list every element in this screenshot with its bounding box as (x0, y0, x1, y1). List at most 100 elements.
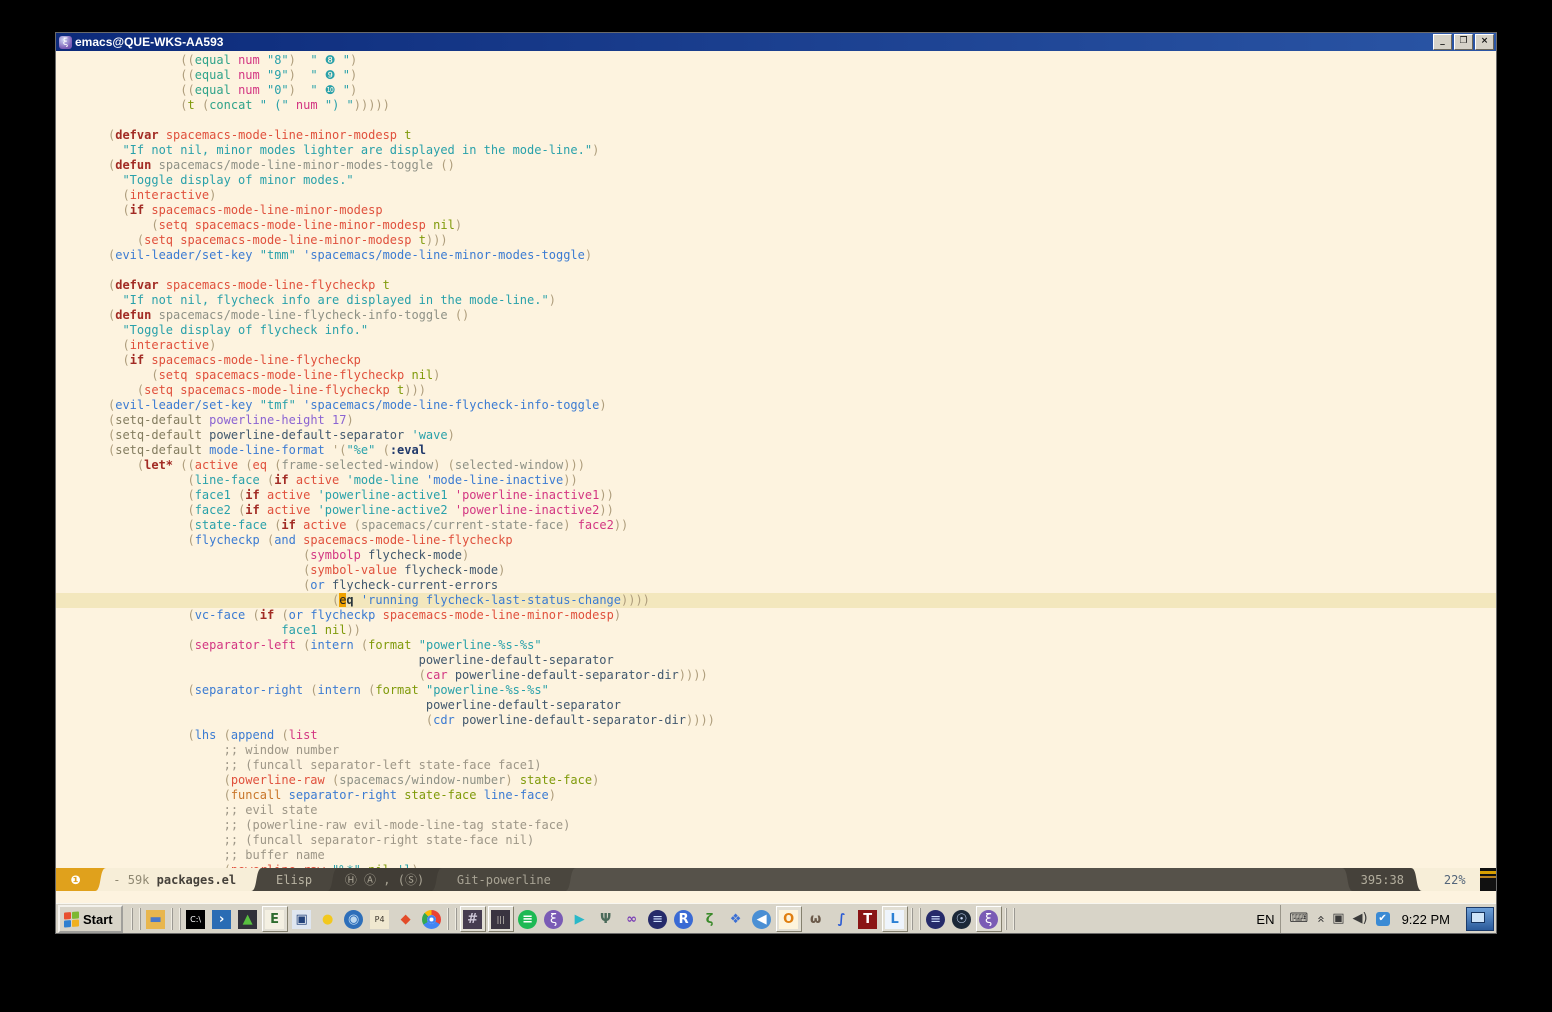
code-line[interactable]: (evil-leader/set-key "tmf" 'spacemacs/mo… (108, 398, 1496, 413)
show-desktop-button[interactable] (1466, 907, 1494, 931)
code-line[interactable]: (separator-left (intern (format "powerli… (108, 638, 1496, 653)
code-line[interactable]: (symbol-value flycheck-mode) (108, 563, 1496, 578)
media-blue-icon[interactable]: ❖ (724, 907, 748, 931)
close-button[interactable]: × (1475, 34, 1494, 50)
search-computer-icon[interactable]: ▣ (290, 907, 314, 931)
taskbar-groove[interactable] (1005, 908, 1015, 930)
globe-icon[interactable]: ◉ (342, 907, 366, 931)
code-line[interactable]: (setq-default mode-line-format '("%e" (:… (108, 443, 1496, 458)
code-line[interactable] (108, 263, 1496, 278)
network-icon[interactable]: ▣ (1332, 908, 1344, 930)
eclipse2-icon[interactable]: ≡ (924, 907, 948, 931)
code-line[interactable]: (let* ((active (eq (frame-selected-windo… (108, 458, 1496, 473)
media-player-icon[interactable]: ▲ (236, 907, 260, 931)
keyboard-icon[interactable]: ⌨ (1289, 908, 1308, 930)
code-line[interactable]: powerline-default-separator (108, 698, 1496, 713)
gimp-icon[interactable]: ω (804, 907, 828, 931)
steam-icon[interactable]: ☉ (950, 907, 974, 931)
code-line[interactable]: "If not nil, flycheck info are displayed… (108, 293, 1496, 308)
code-line[interactable]: (or flycheck-current-errors (108, 578, 1496, 593)
code-line[interactable]: (setq spacemacs-mode-line-flycheckp nil) (108, 368, 1496, 383)
code-line[interactable]: (defun spacemacs/mode-line-minor-modes-t… (108, 158, 1496, 173)
code-line[interactable]: (lhs (append (list (108, 728, 1496, 743)
code-line[interactable]: (flycheckp (and spacemacs-mode-line-flyc… (108, 533, 1496, 548)
code-line[interactable]: (setq spacemacs-mode-line-minor-modesp n… (108, 218, 1496, 233)
code-line[interactable]: ;; (funcall separator-left state-face fa… (108, 758, 1496, 773)
code-line[interactable]: (state-face (if active (spacemacs/curren… (108, 518, 1496, 533)
java-icon[interactable]: ∫ (830, 907, 854, 931)
restore-button[interactable]: ❐ (1454, 34, 1473, 50)
code-line[interactable]: (vc-face (if (or flycheckp spacemacs-mod… (108, 608, 1496, 623)
emacs-sphere-icon[interactable]: ξ (542, 907, 566, 931)
taskbar-groove[interactable] (131, 908, 141, 930)
code-line[interactable]: "Toggle display of flycheck info." (108, 323, 1496, 338)
code-line[interactable]: ;; window number (108, 743, 1496, 758)
code-line[interactable]: (setq spacemacs-mode-line-flycheckp t))) (108, 383, 1496, 398)
outlook-icon[interactable]: O (776, 906, 802, 932)
code-line[interactable]: (funcall separator-right state-face line… (108, 788, 1496, 803)
code-line[interactable]: (powerline-raw (spacemacs/window-number)… (108, 773, 1496, 788)
emacs-file-icon[interactable]: E (262, 906, 288, 932)
dropbox-icon[interactable]: ✔ (1376, 912, 1390, 926)
code-line[interactable]: (separator-right (intern (format "powerl… (108, 683, 1496, 698)
code-line[interactable]: (powerline-raw "%*" nil 'l) (108, 863, 1496, 868)
code-line[interactable]: (interactive) (108, 338, 1496, 353)
code-line[interactable]: (defun spacemacs/mode-line-flycheck-info… (108, 308, 1496, 323)
chevron-up-icon[interactable]: « (1309, 915, 1331, 923)
folder-save-icon[interactable]: ▬ (144, 907, 168, 931)
powershell-icon[interactable]: › (210, 907, 234, 931)
chrome-icon[interactable] (420, 907, 444, 931)
snake-icon[interactable]: ζ (698, 907, 722, 931)
code-line[interactable]: ((equal num "9") " ❾ ") (108, 68, 1496, 83)
code-line[interactable]: (if spacemacs-mode-line-flycheckp (108, 353, 1496, 368)
quicktime-icon[interactable]: ◀ (750, 907, 774, 931)
code-line[interactable]: (interactive) (108, 188, 1496, 203)
perforce-icon[interactable]: P4 (368, 907, 392, 931)
code-line-current[interactable]: (eq 'running flycheck-last-status-change… (56, 593, 1496, 608)
volume-icon[interactable]: ◀) (1353, 908, 1368, 930)
code-line[interactable]: (car powerline-default-separator-dir)))) (108, 668, 1496, 683)
hash-icon[interactable]: # (460, 906, 486, 932)
code-line[interactable]: (face1 (if active 'powerline-active1 'po… (108, 488, 1496, 503)
code-line[interactable]: "Toggle display of minor modes." (108, 173, 1496, 188)
emacs-sphere2-icon[interactable]: ξ (976, 906, 1002, 932)
cyberduck-icon[interactable]: ● (316, 907, 340, 931)
bars-icon[interactable]: ||| (488, 906, 514, 932)
visualstudio-icon[interactable]: ∞ (620, 907, 644, 931)
code-line[interactable] (108, 113, 1496, 128)
taskbar-groove[interactable] (447, 908, 457, 930)
cmd-icon[interactable]: C:\ (184, 907, 208, 931)
lightroom-icon[interactable]: L (882, 906, 908, 932)
code-line[interactable]: ;; (powerline-raw evil-mode-line-tag sta… (108, 818, 1496, 833)
code-line[interactable]: (defvar spacemacs-mode-line-minor-modesp… (108, 128, 1496, 143)
code-line[interactable]: ((equal num "0") " ❿ ") (108, 83, 1496, 98)
code-line[interactable]: powerline-default-separator (108, 653, 1496, 668)
code-line[interactable]: ;; (funcall separator-right state-face n… (108, 833, 1496, 848)
code-line[interactable]: (defvar spacemacs-mode-line-flycheckp t (108, 278, 1496, 293)
code-line[interactable]: ;; buffer name (108, 848, 1496, 863)
taskbar-groove[interactable] (911, 908, 921, 930)
code-line[interactable]: (setq-default powerline-height 17) (108, 413, 1496, 428)
eclipse-icon[interactable]: ≡ (646, 907, 670, 931)
gitkraken-icon[interactable]: Ψ (594, 907, 618, 931)
code-line[interactable]: (face2 (if active 'powerline-active2 'po… (108, 503, 1496, 518)
taskbar-clock[interactable]: 9:22 PM (1394, 912, 1460, 927)
code-line[interactable]: "If not nil, minor modes lighter are dis… (108, 143, 1496, 158)
code-line[interactable]: (cdr powerline-default-separator-dir)))) (108, 713, 1496, 728)
latex-icon[interactable]: T (856, 907, 880, 931)
code-line[interactable]: (setq spacemacs-mode-line-minor-modesp t… (108, 233, 1496, 248)
code-line[interactable]: (setq-default powerline-default-separato… (108, 428, 1496, 443)
window-titlebar[interactable]: ξ emacs@QUE-WKS-AA593 _❐× (56, 33, 1496, 51)
spotify-icon[interactable]: ≡ (516, 907, 540, 931)
code-line[interactable]: (if spacemacs-mode-line-minor-modesp (108, 203, 1496, 218)
minimize-button[interactable]: _ (1433, 34, 1452, 50)
code-area[interactable]: ((equal num "8") " ❽ ") ((equal num "9")… (56, 51, 1496, 868)
r-sphere-icon[interactable]: R (672, 907, 696, 931)
code-line[interactable]: (line-face (if active 'mode-line 'mode-l… (108, 473, 1496, 488)
echo-area[interactable] (56, 891, 1496, 903)
code-line[interactable]: (symbolp flycheck-mode) (108, 548, 1496, 563)
code-line[interactable]: ;; evil state (108, 803, 1496, 818)
diamond-icon[interactable]: ◆ (394, 907, 418, 931)
code-line[interactable]: face1 nil)) (108, 623, 1496, 638)
start-button[interactable]: Start (58, 905, 123, 933)
